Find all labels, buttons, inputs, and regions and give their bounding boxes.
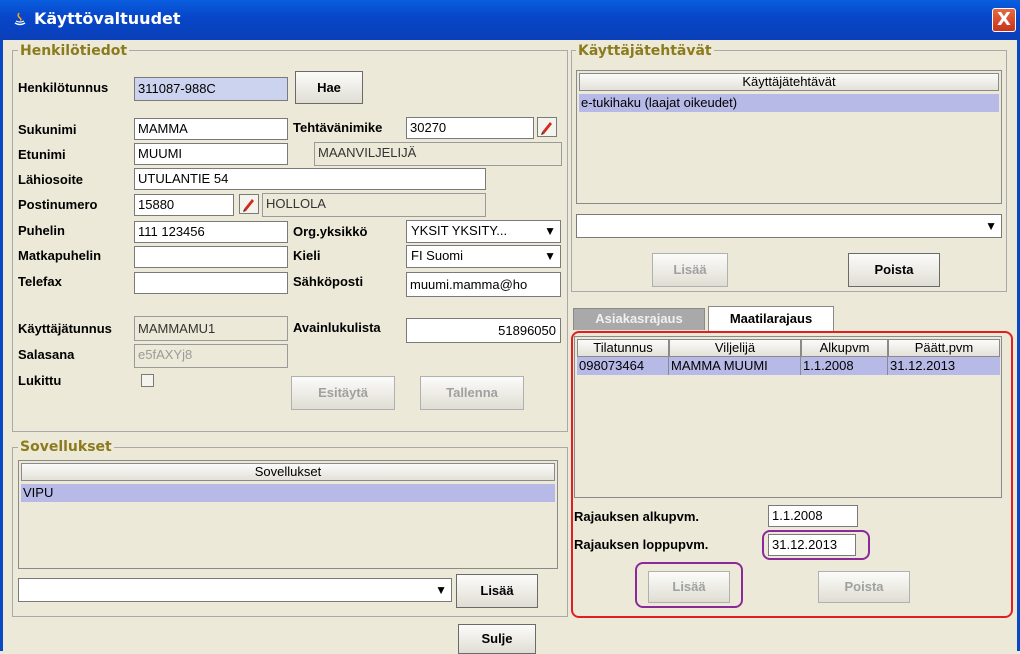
sovellukset-group-label: Sovellukset: [18, 439, 114, 455]
sovellukset-select[interactable]: ▼: [18, 578, 452, 602]
orgyksikko-value: YKSIT YKSITY...: [411, 223, 508, 238]
sovellukset-list-header: Sovellukset: [21, 463, 555, 481]
title-bar: Käyttövaltuudet X: [0, 0, 1020, 40]
column-header-viljelija[interactable]: Viljelijä: [669, 339, 801, 357]
rajaus-loppu-field[interactable]: 31.12.2013: [768, 534, 856, 556]
window-title: Käyttövaltuudet: [34, 9, 181, 28]
henkilotunnus-label: Henkilötunnus: [18, 80, 109, 95]
postitoimipaikka-field: HOLLOLA: [262, 193, 486, 217]
pencil-icon: [243, 199, 254, 212]
chevron-down-icon: ▼: [985, 219, 997, 233]
puhelin-label: Puhelin: [18, 223, 65, 238]
kayttajatunnus-field: MAMMAMU1: [134, 316, 288, 341]
sahkoposti-label: Sähköposti: [293, 274, 364, 289]
table-cell-viljelija[interactable]: MAMMA MUUMI: [669, 357, 801, 375]
sovellukset-lisaa-button[interactable]: Lisää: [456, 574, 538, 608]
tehtava-description: MAANVILJELIJÄ: [314, 142, 562, 166]
chevron-down-icon: ▼: [544, 249, 556, 263]
avainlukulista-label: Avainlukulista: [293, 320, 381, 335]
lukittu-label: Lukittu: [18, 373, 62, 388]
lahiosoite-label: Lähiosoite: [18, 172, 84, 187]
tehtavanimike-label: Tehtävänimike: [293, 120, 383, 135]
puhelin-field[interactable]: 111 123456: [134, 221, 288, 243]
close-button[interactable]: X: [992, 8, 1016, 32]
rajaus-poista-button[interactable]: Poista: [818, 571, 910, 603]
rajaus-alku-field[interactable]: 1.1.2008: [768, 505, 858, 527]
orgyksikko-label: Org.yksikkö: [293, 224, 368, 239]
salasana-label: Salasana: [18, 347, 75, 362]
table-cell-tilatunnus[interactable]: 098073464: [577, 357, 669, 375]
sahkoposti-field[interactable]: muumi.mamma@ho: [406, 272, 561, 297]
kayttajatunnus-label: Käyttäjätunnus: [18, 321, 112, 336]
tehtavanimike-pick-button[interactable]: [537, 117, 557, 137]
esitayta-button[interactable]: Esitäytä: [291, 376, 395, 410]
kayttajatehtavat-group-label: Käyttäjätehtävät: [576, 43, 714, 59]
kieli-select[interactable]: FI Suomi ▼: [406, 245, 561, 268]
maatila-table[interactable]: Tilatunnus Viljelijä Alkupvm Päätt.pvm 0…: [574, 336, 1002, 498]
henkilotiedot-group-label: Henkilötiedot: [18, 43, 130, 59]
sukunimi-label: Sukunimi: [18, 122, 77, 137]
rajaus-lisaa-button[interactable]: Lisää: [648, 571, 730, 603]
postinumero-pick-button[interactable]: [239, 194, 259, 214]
column-header-paattpvm[interactable]: Päätt.pvm: [888, 339, 1000, 357]
kayttajatehtavat-list[interactable]: Käyttäjätehtävät e-tukihaku (laajat oike…: [576, 70, 1002, 204]
close-icon: X: [997, 9, 1011, 30]
telefax-field[interactable]: [134, 272, 288, 294]
etunimi-field[interactable]: MUUMI: [134, 143, 288, 165]
kieli-label: Kieli: [293, 248, 321, 263]
avainlukulista-field[interactable]: 51896050: [406, 318, 561, 343]
postinumero-label: Postinumero: [18, 197, 98, 212]
sovellukset-list[interactable]: Sovellukset VIPU: [18, 460, 558, 569]
table-cell-paattpvm[interactable]: 31.12.2013: [888, 357, 1000, 375]
orgyksikko-select[interactable]: YKSIT YKSITY... ▼: [406, 220, 561, 243]
tehtavanimike-field[interactable]: 30270: [406, 117, 534, 139]
hae-button[interactable]: Hae: [295, 71, 363, 104]
list-item[interactable]: e-tukihaku (laajat oikeudet): [579, 94, 999, 112]
matkapuhelin-label: Matkapuhelin: [18, 248, 102, 263]
chevron-down-icon: ▼: [544, 224, 556, 238]
kayttajatehtavat-select[interactable]: ▼: [576, 214, 1002, 238]
list-item[interactable]: VIPU: [21, 484, 555, 502]
pencil-icon: [541, 122, 552, 135]
lukittu-checkbox[interactable]: [141, 374, 154, 387]
telefax-label: Telefax: [18, 274, 62, 289]
kayttajatehtavat-lisaa-button[interactable]: Lisää: [652, 253, 728, 287]
lahiosoite-field[interactable]: UTULANTIE 54: [134, 168, 486, 190]
kayttajatehtavat-list-header: Käyttäjätehtävät: [579, 73, 999, 91]
chevron-down-icon: ▼: [435, 583, 447, 597]
java-app-icon: [14, 12, 26, 26]
henkilotunnus-field[interactable]: 311087-988C: [134, 77, 288, 101]
rajaus-alku-label: Rajauksen alkupvm.: [574, 509, 699, 524]
sulje-button[interactable]: Sulje: [458, 624, 536, 654]
tab-maatilarajaus[interactable]: Maatilarajaus: [708, 306, 834, 331]
matkapuhelin-field[interactable]: [134, 246, 288, 268]
table-cell-alkupvm[interactable]: 1.1.2008: [801, 357, 888, 375]
sukunimi-field[interactable]: MAMMA: [134, 118, 288, 140]
kieli-value: FI Suomi: [411, 248, 464, 263]
tallenna-button[interactable]: Tallenna: [420, 376, 524, 410]
column-header-alkupvm[interactable]: Alkupvm: [801, 339, 888, 357]
column-header-tilatunnus[interactable]: Tilatunnus: [577, 339, 669, 357]
rajaus-loppu-label: Rajauksen loppupvm.: [574, 537, 709, 552]
tab-asiakasrajaus[interactable]: Asiakasrajaus: [573, 308, 705, 330]
salasana-field: e5fAXYj8: [134, 344, 288, 368]
etunimi-label: Etunimi: [18, 147, 66, 162]
postinumero-field[interactable]: 15880: [134, 194, 234, 216]
kayttajatehtavat-poista-button[interactable]: Poista: [848, 253, 940, 287]
